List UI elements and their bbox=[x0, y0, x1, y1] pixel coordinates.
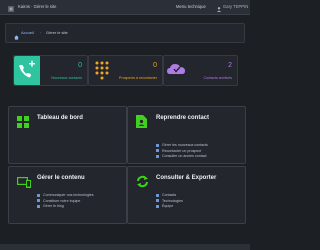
stat-label: Prospects à recontacter bbox=[119, 76, 157, 80]
card-title: Reprendre contact bbox=[156, 115, 210, 121]
link-bullet-icon bbox=[37, 204, 40, 208]
card-title: Gérer le contenu bbox=[37, 175, 85, 181]
card-dashboard[interactable]: Tableau de bord bbox=[8, 106, 127, 164]
link-export-team[interactable]: Équipe bbox=[156, 204, 183, 210]
top-navbar: Kairos · Gérer le site Menu technique Ga… bbox=[0, 0, 250, 15]
cloud-download-icon bbox=[164, 56, 190, 85]
card-links: Gérer les nouveaux contacts Recontacter … bbox=[156, 143, 208, 160]
link-old-contact[interactable]: Consulter un ancien contact bbox=[156, 154, 208, 160]
card-links: Communiquer nos technologies Constituer … bbox=[37, 193, 94, 210]
link-bullet-icon bbox=[156, 154, 159, 158]
link-bullet-icon bbox=[156, 199, 159, 203]
stat-value: 2 bbox=[228, 62, 232, 69]
dialpad-icon bbox=[89, 56, 115, 85]
breadcrumb-home-link[interactable]: Accueil bbox=[21, 24, 34, 42]
footer-bar bbox=[0, 244, 250, 250]
link-blog[interactable]: Gérer le blog bbox=[37, 204, 94, 210]
stat-label: Nouveaux contacts bbox=[51, 76, 82, 80]
link-bullet-icon bbox=[156, 204, 159, 208]
stat-value: 0 bbox=[78, 62, 82, 69]
breadcrumb-current: Gérer le site bbox=[46, 30, 68, 35]
link-bullet-icon bbox=[156, 149, 159, 153]
devices-icon bbox=[17, 175, 31, 193]
user-menu[interactable]: Gary TEPPIN bbox=[223, 0, 248, 14]
link-bullet-icon bbox=[37, 193, 40, 197]
tech-menu-link[interactable]: Menu technique bbox=[176, 0, 206, 14]
breadcrumb: Accueil › Gérer le site bbox=[5, 23, 245, 43]
logo-icon[interactable] bbox=[8, 4, 14, 18]
stat-new-contacts[interactable]: 0 Nouveaux contacts bbox=[13, 55, 88, 86]
user-icon bbox=[217, 4, 221, 12]
grid-icon bbox=[17, 115, 29, 133]
breadcrumb-separator: › bbox=[40, 30, 42, 35]
stat-label: Contacts archivés bbox=[203, 76, 232, 80]
link-bullet-icon bbox=[156, 143, 159, 147]
stat-prospects[interactable]: 0 Prospects à recontacter bbox=[88, 55, 163, 86]
card-export[interactable]: Consulter & Exporter Contacts Technologi… bbox=[127, 166, 246, 224]
contact-file-icon bbox=[136, 115, 147, 133]
link-bullet-icon bbox=[156, 193, 159, 197]
card-title: Consulter & Exporter bbox=[156, 175, 217, 181]
site-brand[interactable]: Kairos · Gérer le site bbox=[18, 0, 56, 14]
stat-value: 0 bbox=[153, 62, 157, 69]
card-contact[interactable]: Reprendre contact Gérer les nouveaux con… bbox=[127, 106, 246, 164]
home-icon[interactable] bbox=[14, 30, 19, 48]
phone-add-icon bbox=[14, 56, 40, 85]
card-content[interactable]: Gérer le contenu Communiquer nos technol… bbox=[8, 166, 127, 224]
link-bullet-icon bbox=[37, 199, 40, 203]
card-title: Tableau de bord bbox=[37, 115, 83, 121]
card-links: Contacts Technologies Équipe bbox=[156, 193, 183, 210]
stat-archived[interactable]: 2 Contacts archivés bbox=[163, 55, 238, 86]
sync-icon bbox=[136, 175, 149, 193]
